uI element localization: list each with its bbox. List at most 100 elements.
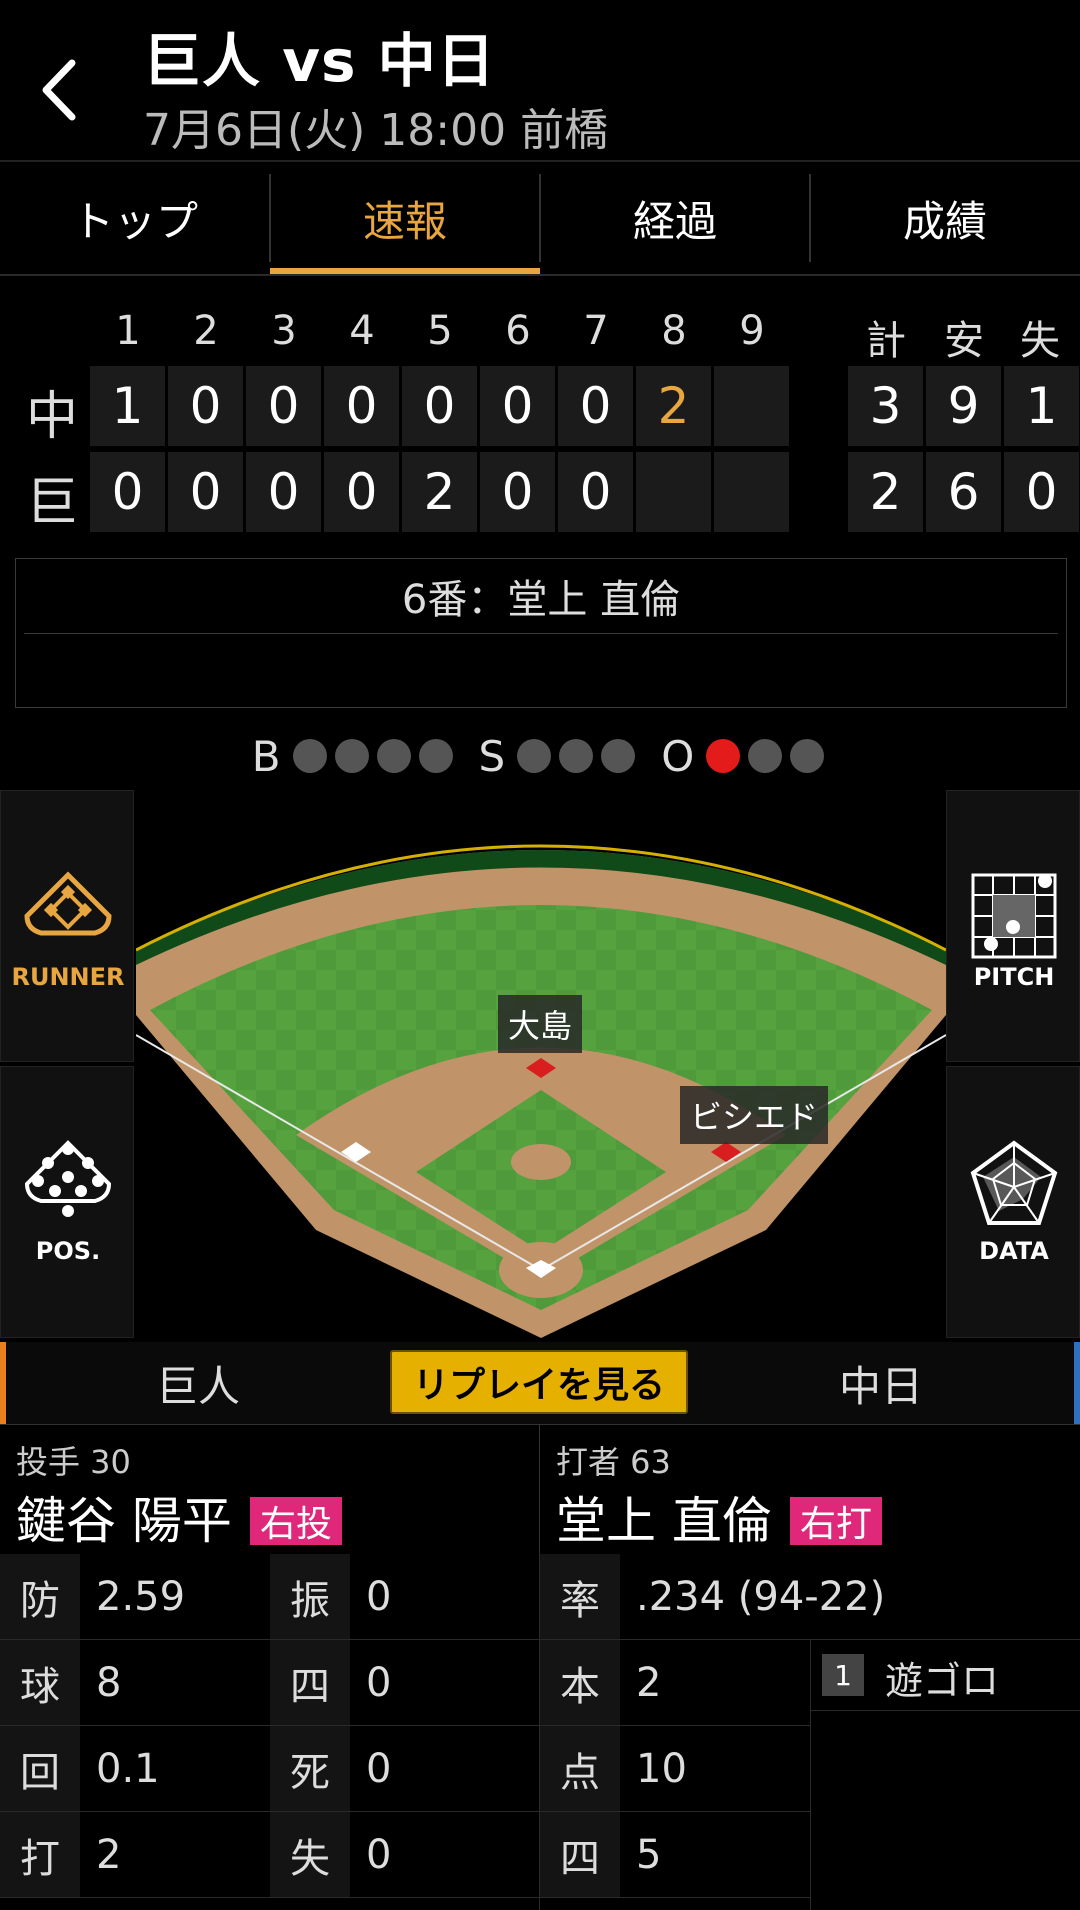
stat-value: 5 bbox=[620, 1812, 810, 1898]
team-label-away: 中 bbox=[25, 387, 78, 447]
batter-panel: 打者 63 堂上 直倫 右打 bbox=[540, 1424, 1080, 1556]
back-arrow-icon[interactable] bbox=[40, 55, 80, 125]
stat-value: 2 bbox=[80, 1812, 270, 1898]
strike-dot bbox=[601, 739, 636, 773]
game-datetime-venue: 7月6日(火) 18:00 前橋 bbox=[143, 105, 609, 156]
stat-value: 0 bbox=[350, 1554, 539, 1640]
radar-chart-icon bbox=[970, 1140, 1058, 1225]
scoreboard: 1 2 3 4 5 6 7 8 9 計 安 失 中 1 0 0 0 0 0 0 … bbox=[0, 280, 1080, 540]
pitch-button[interactable]: PITCH bbox=[946, 790, 1080, 1062]
strike-dot bbox=[517, 739, 552, 773]
total-runs-cell: 2 bbox=[848, 452, 923, 532]
replay-button[interactable]: リプレイを見る bbox=[390, 1350, 688, 1414]
inning-header: 4 bbox=[349, 308, 375, 354]
data-button[interactable]: DATA bbox=[946, 1066, 1080, 1338]
stat-value: 2 bbox=[620, 1640, 810, 1726]
position-dots-icon bbox=[24, 1140, 112, 1217]
tab-progress[interactable]: 経過 bbox=[540, 162, 810, 274]
ball-dot bbox=[334, 739, 369, 773]
inning-header: 7 bbox=[583, 308, 609, 354]
inning-header: 1 bbox=[115, 308, 141, 354]
stat-value: .234 (94-22) bbox=[620, 1554, 1080, 1640]
active-tab-indicator bbox=[270, 268, 540, 274]
ball-strike-out-count: B S O bbox=[0, 730, 1080, 782]
ball-dot bbox=[292, 739, 327, 773]
stat-value: 2.59 bbox=[80, 1554, 270, 1640]
stat-key: 四 bbox=[270, 1640, 350, 1726]
total-hits-header: 安 bbox=[944, 318, 984, 364]
stat-key: 球 bbox=[0, 1640, 80, 1726]
strikes-label: S bbox=[478, 731, 506, 781]
inning-header: 9 bbox=[739, 308, 765, 354]
inning-score-cell bbox=[636, 452, 711, 532]
data-button-label: DATA bbox=[979, 1237, 1049, 1265]
tab-bar: トップ 速報 経過 成績 bbox=[0, 162, 1080, 276]
stat-key: 本 bbox=[540, 1640, 620, 1726]
inning-score-cell: 1 bbox=[90, 366, 165, 446]
inning-score-cell: 0 bbox=[324, 366, 399, 446]
runner-diamond-icon bbox=[24, 871, 112, 936]
inning-score-cell: 0 bbox=[558, 452, 633, 532]
inning-score-cell: 0 bbox=[168, 366, 243, 446]
balls-label: B bbox=[251, 731, 281, 781]
at-bat-number: 1 bbox=[822, 1654, 864, 1696]
stat-key: 四 bbox=[540, 1812, 620, 1898]
team-switch-away[interactable]: 中日 bbox=[688, 1342, 1074, 1424]
tab-stats[interactable]: 成績 bbox=[810, 162, 1080, 274]
pitcher-name: 鍵谷 陽平 bbox=[16, 1492, 232, 1550]
out-dot-filled bbox=[706, 739, 741, 773]
inning-score-cell: 0 bbox=[246, 366, 321, 446]
ball-dot bbox=[376, 739, 411, 773]
total-hits-cell: 9 bbox=[926, 366, 1001, 446]
inning-header: 6 bbox=[505, 308, 531, 354]
stat-value: 10 bbox=[620, 1726, 810, 1812]
inning-score-cell: 0 bbox=[90, 452, 165, 532]
total-runs-cell: 3 bbox=[848, 366, 923, 446]
stat-value: 0 bbox=[350, 1726, 539, 1812]
ball-dot bbox=[418, 739, 453, 773]
inning-score-cell: 0 bbox=[558, 366, 633, 446]
tab-live[interactable]: 速報 bbox=[270, 162, 540, 274]
stat-key: 打 bbox=[0, 1812, 80, 1898]
at-bat-result-item: 1 遊ゴロ bbox=[810, 1640, 1080, 1711]
stat-value: 8 bbox=[80, 1640, 270, 1726]
stat-value: 0.1 bbox=[80, 1726, 270, 1812]
stat-key: 回 bbox=[0, 1726, 80, 1812]
total-errors-cell: 1 bbox=[1004, 366, 1079, 446]
at-bat-result: 遊ゴロ bbox=[885, 1659, 1000, 1703]
inning-header: 5 bbox=[427, 308, 453, 354]
runner-button[interactable]: RUNNER bbox=[0, 790, 134, 1062]
batter-name: 堂上 直倫 bbox=[556, 1492, 772, 1550]
out-dot bbox=[790, 739, 825, 773]
outs-label: O bbox=[661, 731, 695, 781]
inning-score-cell-current: 2 bbox=[636, 366, 711, 446]
tab-top[interactable]: トップ bbox=[0, 162, 270, 274]
team-switch-home[interactable]: 巨人 bbox=[6, 1342, 390, 1424]
current-batter-box: 6番：堂上 直倫 bbox=[15, 558, 1067, 708]
total-hits-cell: 6 bbox=[926, 452, 1001, 532]
pitcher-role-number: 投手 30 bbox=[16, 1443, 131, 1481]
inning-score-cell: 0 bbox=[324, 452, 399, 532]
position-button[interactable]: POS. bbox=[0, 1066, 134, 1338]
inning-header: 3 bbox=[271, 308, 297, 354]
inning-header: 2 bbox=[193, 308, 219, 354]
stat-key: 失 bbox=[270, 1812, 350, 1898]
divider bbox=[24, 633, 1058, 634]
pitch-grid-icon bbox=[971, 873, 1057, 959]
inning-score-cell bbox=[714, 452, 789, 532]
stat-value: 0 bbox=[350, 1812, 539, 1898]
strike-dot bbox=[559, 739, 594, 773]
runner-second-tag: 大島 bbox=[498, 995, 583, 1053]
stat-value: 0 bbox=[350, 1640, 539, 1726]
position-button-label: POS. bbox=[35, 1237, 101, 1265]
stat-key: 防 bbox=[0, 1554, 80, 1640]
inning-score-cell: 0 bbox=[246, 452, 321, 532]
inning-score-cell: 0 bbox=[402, 366, 477, 446]
runner-button-label: RUNNER bbox=[11, 963, 125, 991]
pitcher-throw-tag: 右投 bbox=[250, 1497, 343, 1545]
inning-score-cell: 0 bbox=[168, 452, 243, 532]
away-team-color-bar bbox=[1074, 1342, 1080, 1424]
total-runs-header: 計 bbox=[866, 318, 906, 364]
pitcher-panel: 投手 30 鍵谷 陽平 右投 bbox=[0, 1424, 540, 1556]
batter-bat-tag: 右打 bbox=[790, 1497, 883, 1545]
